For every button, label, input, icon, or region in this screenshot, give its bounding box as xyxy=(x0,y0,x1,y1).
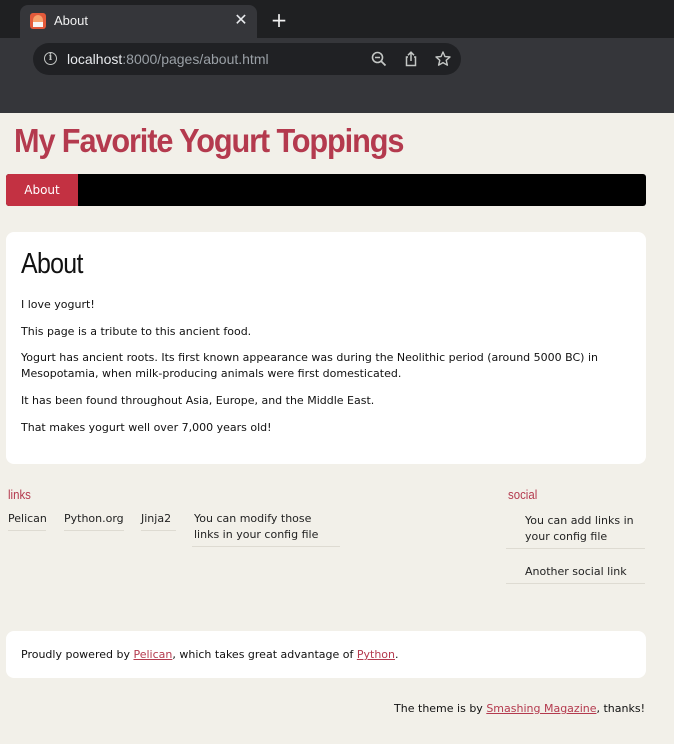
article-section: About I love yogurt! This page is a trib… xyxy=(6,232,646,464)
powered-by-suffix: . xyxy=(395,648,399,661)
close-tab-icon[interactable]: ✕ xyxy=(231,10,251,30)
theme-credit-suffix: , thanks! xyxy=(596,702,645,715)
social-widget-title: social xyxy=(508,487,538,502)
article-paragraph: Yogurt has ancient roots. Its first know… xyxy=(21,351,598,380)
powered-by-text: Proudly powered by Pelican, which takes … xyxy=(21,648,399,661)
footer: Proudly powered by Pelican, which takes … xyxy=(6,631,646,678)
url-path: :8000/pages/about.html xyxy=(122,51,269,67)
tab-title: About xyxy=(54,13,88,28)
site-title[interactable]: My Favorite Yogurt Toppings xyxy=(14,122,404,160)
article-paragraph: That makes yogurt well over 7,000 years … xyxy=(21,421,272,434)
bookmark-star-icon[interactable] xyxy=(434,50,452,68)
links-widget-title: links xyxy=(8,487,31,502)
powered-by-middle: , which takes great advantage of xyxy=(172,648,357,661)
python-link[interactable]: Python xyxy=(357,648,395,661)
new-tab-icon[interactable]: + xyxy=(268,9,290,31)
social-link-another[interactable]: Another social link xyxy=(506,564,645,584)
pelican-link[interactable]: Pelican xyxy=(133,648,172,661)
url-text[interactable]: localhost:8000/pages/about.html xyxy=(67,51,269,67)
address-bar[interactable]: i localhost:8000/pages/about.html xyxy=(33,43,461,75)
theme-credit-prefix: The theme is by xyxy=(394,702,487,715)
tab-bar: About ✕ + xyxy=(0,0,674,38)
site-info-icon[interactable]: i xyxy=(44,52,57,65)
theme-credit: The theme is by Smashing Magazine, thank… xyxy=(394,702,645,715)
zoom-out-icon[interactable] xyxy=(370,50,388,68)
article-title: About xyxy=(21,248,83,280)
link-config-note[interactable]: You can modify those links in your confi… xyxy=(192,511,340,547)
browser-tab[interactable]: About ✕ xyxy=(20,5,257,38)
nav-item-about[interactable]: About xyxy=(6,174,78,206)
social-link-config-note[interactable]: You can add links in your config file xyxy=(506,513,645,549)
url-host: localhost xyxy=(67,51,123,67)
favicon-icon xyxy=(30,13,46,29)
article-paragraph: It has been found throughout Asia, Europ… xyxy=(21,394,375,407)
smashing-magazine-link[interactable]: Smashing Magazine xyxy=(486,702,596,715)
main-nav: About xyxy=(6,174,646,206)
link-jinja2[interactable]: Jinja2 xyxy=(141,511,176,531)
browser-toolbar: i localhost:8000/pages/about.html xyxy=(0,38,674,113)
share-icon[interactable] xyxy=(402,50,420,68)
link-python-org[interactable]: Python.org xyxy=(64,511,124,531)
article-paragraph: This page is a tribute to this ancient f… xyxy=(21,325,252,338)
article-paragraph: I love yogurt! xyxy=(21,298,95,311)
link-pelican[interactable]: Pelican xyxy=(8,511,47,531)
powered-by-prefix: Proudly powered by xyxy=(21,648,134,661)
